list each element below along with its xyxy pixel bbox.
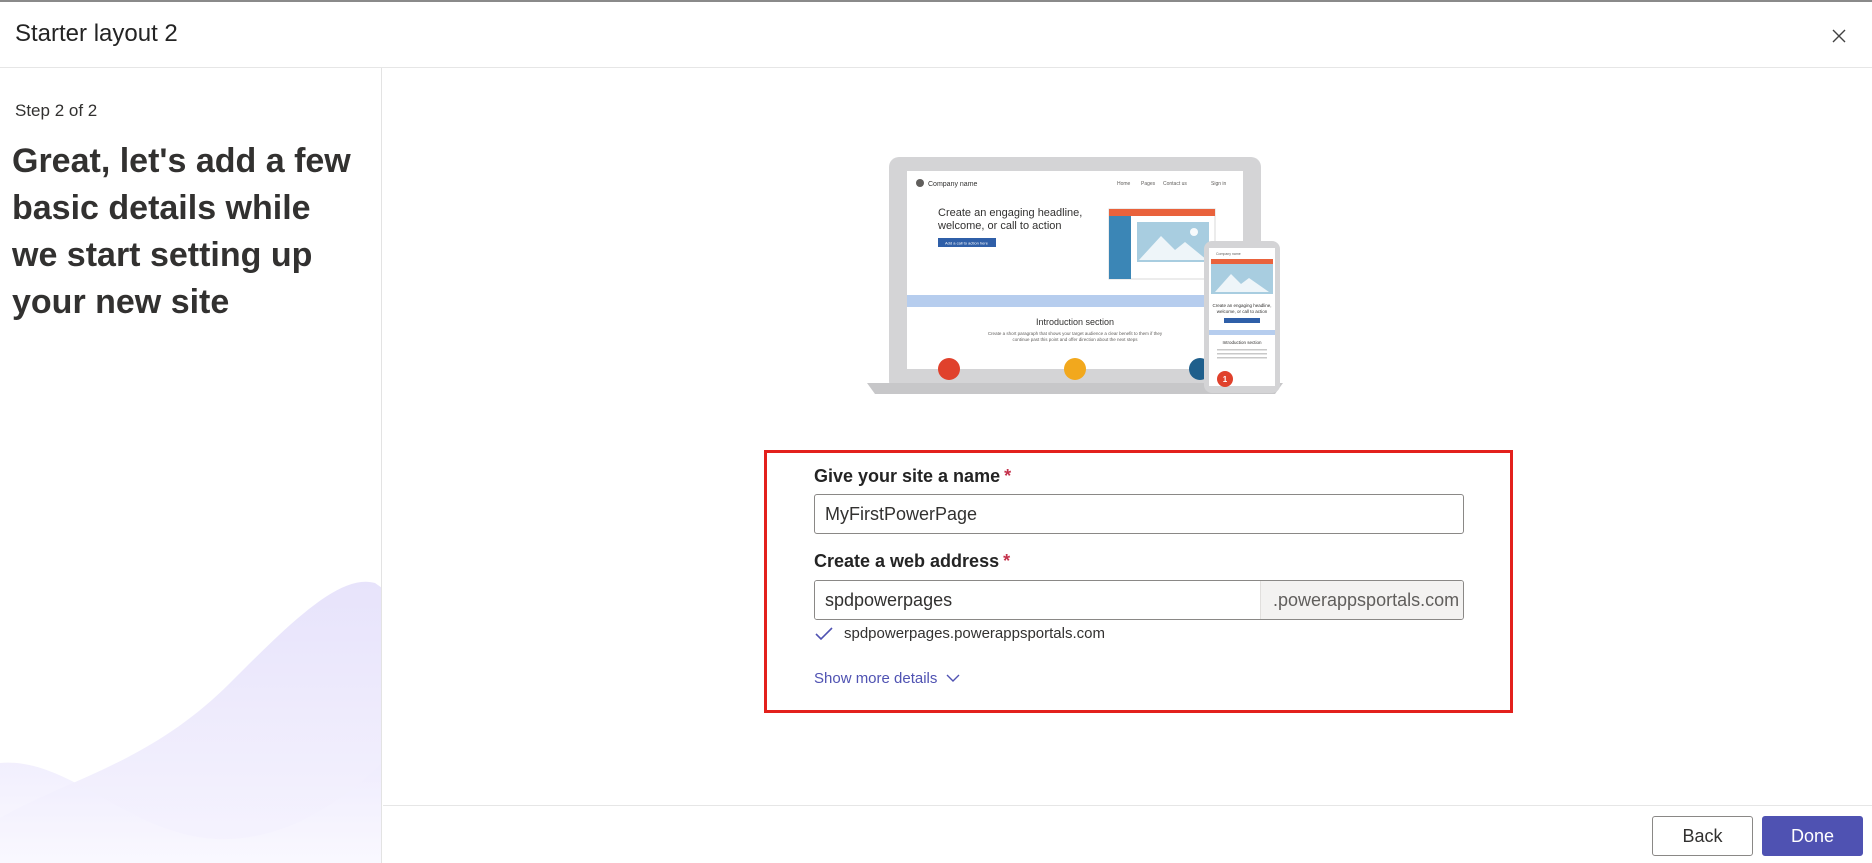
- show-more-details-label: Show more details: [814, 670, 938, 687]
- phone-headline-2: welcome, or call to action: [1217, 309, 1268, 314]
- web-address-field: .powerappsportals.com: [814, 580, 1464, 620]
- preview-intro-line-2: continue past this point and offer direc…: [1012, 337, 1138, 342]
- chevron-down-icon: [946, 674, 960, 682]
- left-panel: Step 2 of 2 Great, let's add a few basic…: [0, 68, 382, 863]
- phone-company-name: Company name: [1216, 252, 1241, 256]
- address-availability-text: spdpowerpages.powerappsportals.com: [844, 625, 1105, 642]
- phone-text-line-1: [1217, 349, 1267, 351]
- preview-hero-card-side: [1109, 216, 1131, 279]
- preview-intro-line-1: Create a short paragraph that shows your…: [988, 331, 1163, 336]
- phone-headline-1: Create an engaging headline,: [1212, 303, 1271, 308]
- preview-nav-home: Home: [1117, 181, 1131, 187]
- preview-step-2: [1064, 358, 1086, 380]
- phone-intro-title: Introduction section: [1222, 340, 1262, 345]
- preview-step-1: [938, 358, 960, 380]
- back-button[interactable]: Back: [1652, 816, 1753, 856]
- company-logo-icon: [916, 179, 924, 187]
- preview-nav-pages: Pages: [1141, 181, 1156, 187]
- step-indicator: Step 2 of 2: [15, 101, 98, 120]
- close-button[interactable]: [1826, 23, 1852, 49]
- required-indicator: *: [1004, 466, 1012, 486]
- preview-blue-band: [907, 295, 1243, 307]
- phone-blue-band: [1209, 330, 1275, 335]
- web-address-suffix: .powerappsportals.com: [1260, 581, 1463, 619]
- site-name-input[interactable]: [814, 494, 1464, 534]
- required-indicator: *: [1003, 551, 1011, 571]
- phone-cta-button: [1224, 318, 1260, 323]
- show-more-details-link[interactable]: Show more details: [814, 670, 960, 687]
- checkmark-icon: [815, 626, 833, 640]
- dialog-title: Starter layout 2: [15, 20, 178, 47]
- preview-company-name: Company name: [928, 181, 978, 188]
- preview-sun-icon: [1190, 228, 1198, 236]
- phone-text-line-3: [1217, 357, 1267, 359]
- preview-hero-card-bar: [1109, 209, 1215, 216]
- web-address-input[interactable]: [815, 581, 1260, 619]
- phone-step-1-label: 1: [1223, 375, 1228, 384]
- site-name-label: Give your site a name *: [814, 466, 1012, 486]
- preview-nav-signin: Sign in: [1211, 181, 1227, 187]
- site-preview-illustration: Company name Home Pages Contact us Sign …: [867, 157, 1283, 394]
- panel-heading: Great, let's add a few basic details whi…: [12, 142, 351, 321]
- dialog-footer: Back Done: [383, 805, 1872, 863]
- phone-text-line-2: [1217, 353, 1267, 355]
- preview-cta-label: Add a call to action here: [945, 241, 989, 246]
- preview-nav-contact: Contact us: [1163, 181, 1187, 187]
- web-address-label: Create a web address *: [814, 551, 1011, 571]
- dialog-header: Starter layout 2: [0, 2, 1872, 68]
- preview-headline-1: Create an engaging headline,: [938, 207, 1082, 219]
- decorative-wave: [0, 581, 381, 863]
- close-icon: [1832, 29, 1846, 43]
- site-details-form: Give your site a name* Create a web addr…: [764, 450, 1513, 713]
- preview-intro-title: Introduction section: [1036, 317, 1114, 327]
- address-availability: spdpowerpages.powerappsportals.com: [814, 625, 1105, 642]
- done-button[interactable]: Done: [1762, 816, 1863, 856]
- preview-headline-2: welcome, or call to action: [937, 220, 1062, 232]
- phone-hero-bar: [1211, 259, 1273, 264]
